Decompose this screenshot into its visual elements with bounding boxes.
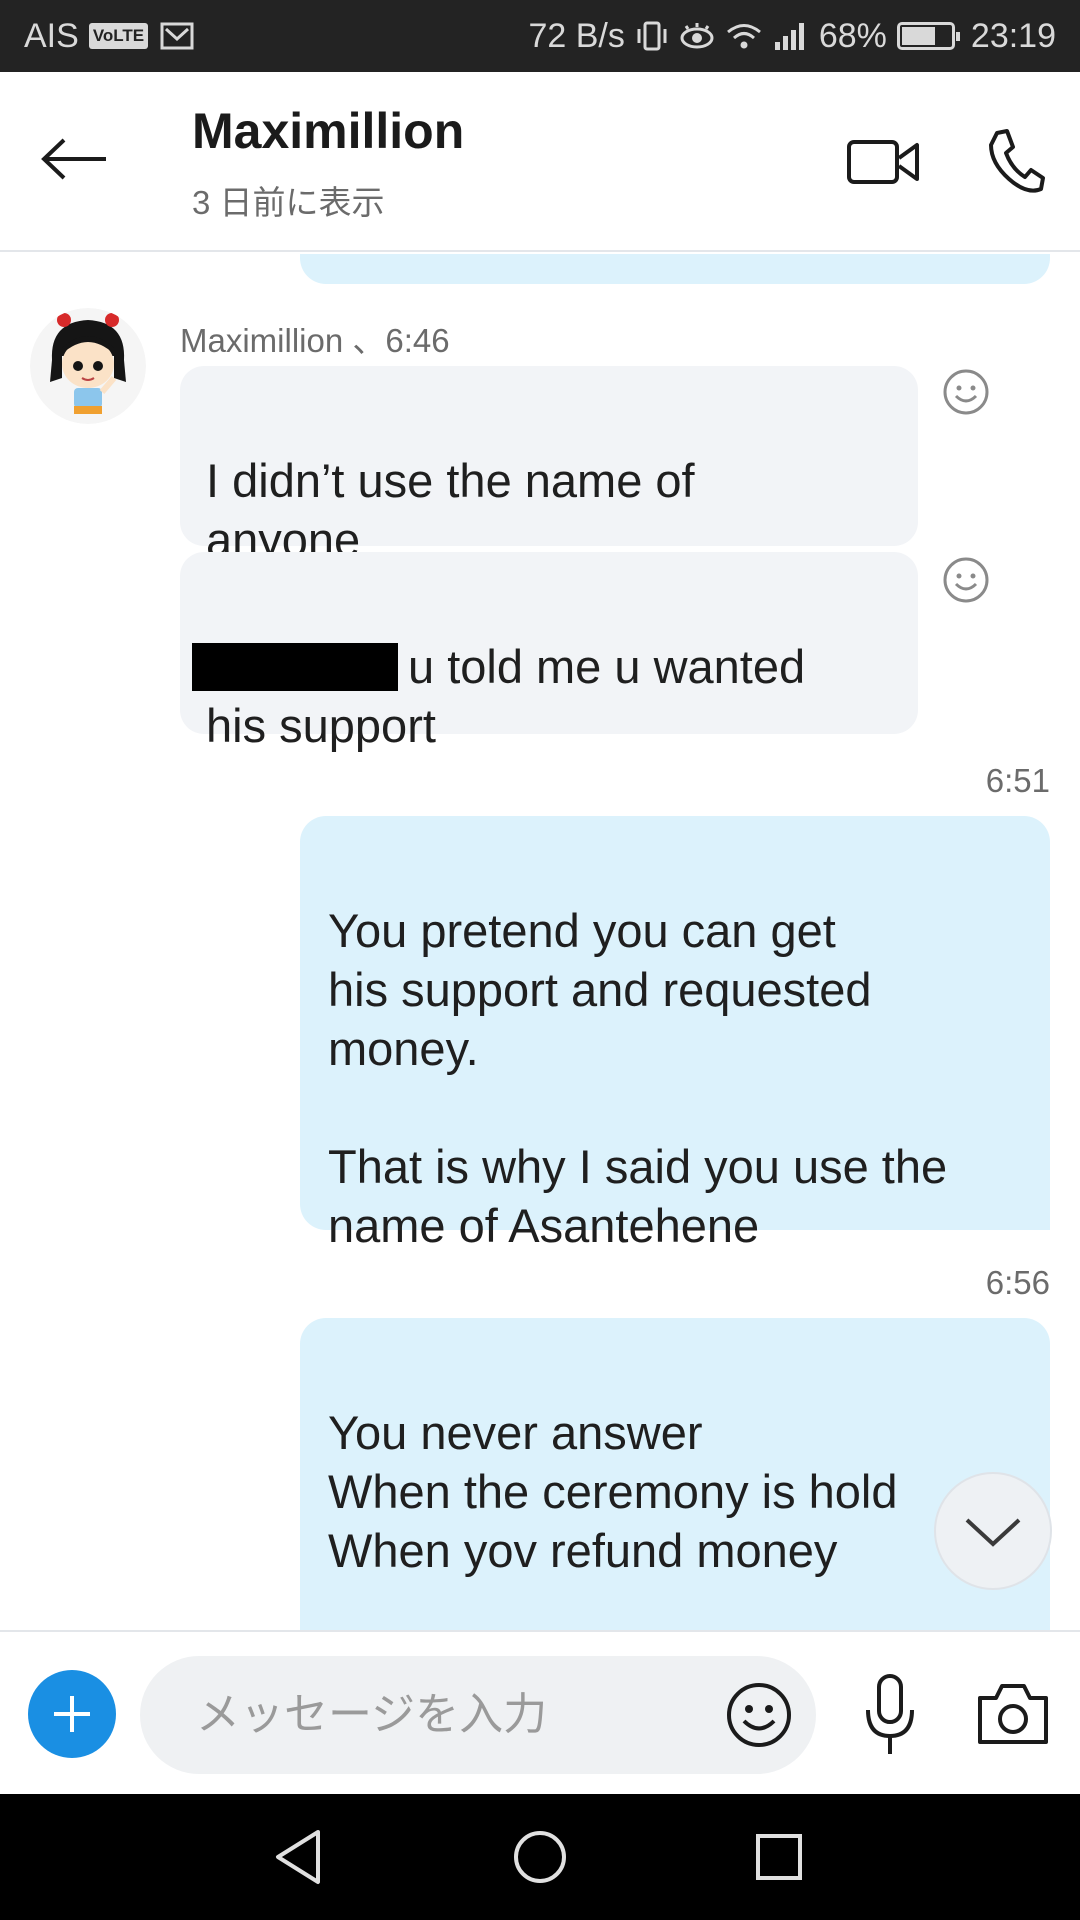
triangle-back-icon (276, 1830, 320, 1884)
last-seen-status: 3 日前に表示 (192, 184, 385, 221)
video-camera-icon (847, 140, 919, 184)
message-list[interactable]: Maximillion 、6:46 I didn’t use the name … (0, 254, 1080, 1630)
circle-home-icon (514, 1831, 566, 1883)
status-bar: AIS VoLTE 72 B/s 68% 23:19 (0, 0, 1080, 72)
emoji-icon (727, 1683, 791, 1747)
smiley-icon (943, 369, 989, 415)
arrow-left-icon (41, 138, 106, 180)
camera-icon (978, 1684, 1048, 1744)
message-input[interactable] (196, 1656, 676, 1774)
battery-percent: 68% (818, 16, 887, 55)
message-text: u told me u wanted (408, 640, 806, 693)
microphone-icon (866, 1674, 914, 1754)
message-text: I didn’t use the name of anyone (206, 454, 695, 566)
battery-icon (896, 22, 960, 50)
back-button[interactable] (40, 124, 130, 194)
chevron-down-icon (965, 1518, 1021, 1547)
square-recents-icon (756, 1834, 802, 1880)
skype-chat-screen: AIS VoLTE 72 B/s 68% 23:19 Maximillion 3… (0, 0, 1080, 1920)
clock: 23:19 (970, 16, 1056, 55)
message-text: You pretend you can get his support and … (328, 904, 948, 1252)
redacted-name (192, 643, 398, 691)
message-composer (0, 1630, 1080, 1794)
add-content-button[interactable] (28, 1670, 116, 1758)
sender-timestamp: Maximillion 、6:46 (180, 322, 450, 359)
video-call-button[interactable] (845, 132, 925, 192)
volte-badge: VoLTE (88, 23, 149, 49)
smiley-icon (943, 557, 989, 603)
emoji-button[interactable] (724, 1680, 794, 1750)
react-button[interactable] (942, 368, 990, 416)
outgoing-message[interactable]: You pretend you can get his support and … (300, 816, 1050, 1252)
system-navigation-bar (0, 1794, 1080, 1920)
network-speed: 72 B/s (528, 16, 625, 55)
chat-header: Maximillion 3 日前に表示 (0, 72, 1080, 252)
previous-outgoing-bubble (300, 254, 1050, 284)
nav-recents-button[interactable] (746, 1824, 812, 1890)
incoming-message[interactable]: I didn’t use the name of anyone (180, 366, 918, 566)
mail-notification-icon (160, 22, 194, 50)
message-text-line2: his support (206, 699, 436, 752)
camera-button[interactable] (976, 1678, 1050, 1748)
message-timestamp: 6:51 (985, 762, 1050, 799)
scroll-to-bottom-button[interactable] (934, 1472, 1052, 1590)
react-button[interactable] (942, 556, 990, 604)
nav-home-button[interactable] (507, 1824, 573, 1890)
carrier-label: AIS (24, 16, 79, 55)
audio-call-button[interactable] (985, 127, 1045, 197)
nav-back-button[interactable] (266, 1824, 332, 1890)
cartoon-girl-avatar-icon (30, 308, 146, 424)
contact-name[interactable]: Maximillion (192, 102, 464, 160)
incoming-message[interactable]: u told me u wanted his support (180, 552, 918, 752)
message-text: You never answer When the ceremony is ho… (328, 1406, 898, 1577)
plus-icon (54, 1696, 90, 1732)
message-timestamp: 6:56 (985, 1264, 1050, 1301)
vibrate-icon (637, 21, 667, 51)
signal-icon (774, 23, 804, 50)
phone-icon (989, 129, 1045, 193)
outgoing-message[interactable]: You never answer When the ceremony is ho… (300, 1318, 1050, 1630)
wifi-icon (726, 24, 761, 49)
voice-message-button[interactable] (862, 1670, 918, 1760)
battery-fill (901, 27, 935, 45)
message-field (140, 1656, 816, 1774)
eye-comfort-icon (680, 23, 714, 49)
avatar[interactable] (30, 308, 146, 424)
